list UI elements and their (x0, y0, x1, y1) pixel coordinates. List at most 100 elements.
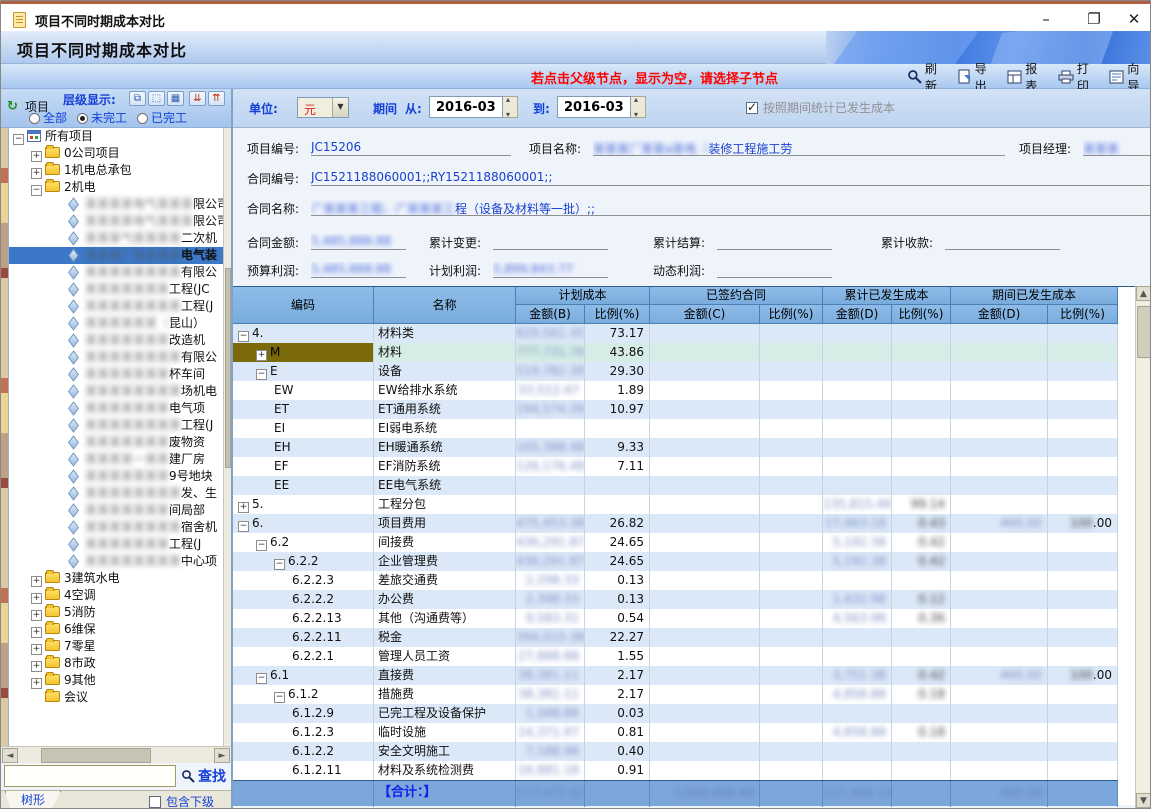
table-vertical-scrollbar[interactable]: ▲ ▼ (1135, 286, 1151, 809)
tree-project-item[interactable]: 某某某某电气某某某限公司 (9, 196, 223, 213)
from-date-spinner[interactable] (503, 96, 518, 118)
level-view-2-button[interactable]: ⬚ (148, 91, 165, 106)
close-button[interactable]: ✕ (1114, 7, 1151, 31)
tree-project-item[interactable]: 某某某厂某某某某电气装 (9, 247, 223, 264)
tree-project-item[interactable]: 某某某某某某某某工程(J (9, 417, 223, 434)
row-expander[interactable]: − (256, 540, 267, 551)
tree-expander[interactable]: + (31, 678, 42, 689)
tree-expander[interactable]: − (31, 185, 42, 196)
checkbox-box[interactable] (149, 796, 161, 808)
scroll-left-arrow[interactable]: ◄ (2, 748, 18, 763)
table-row-6.1.2[interactable]: −6.1.2措施费38,381.112.174,858.880.18 (233, 685, 1118, 704)
tree-project-item[interactable]: 某某某某一某某建厂房 (9, 451, 223, 468)
tree-folder-8市政[interactable]: +8市政 (9, 655, 223, 672)
tree-vertical-scrollbar[interactable] (223, 128, 231, 746)
row-expander[interactable]: + (256, 350, 267, 361)
code-cell[interactable]: −6.2.2 (233, 552, 374, 571)
row-expander[interactable]: − (274, 559, 285, 570)
table-row-M[interactable]: +M材料777,731.7643.86 (233, 343, 1118, 362)
code-cell[interactable]: −4. (233, 324, 374, 343)
code-cell[interactable]: 6.2.2.2 (233, 590, 374, 609)
row-expander[interactable]: − (256, 673, 267, 684)
code-cell[interactable]: 6.2.2.11 (233, 628, 374, 647)
row-expander[interactable]: − (274, 692, 285, 703)
table-row-6.1.2.9[interactable]: 6.1.2.9已完工程及设备保护1,588.880.03 (233, 704, 1118, 723)
table-row-5.[interactable]: +5.工程分包135,815.4699.14 (233, 495, 1118, 514)
cum-change-value[interactable] (493, 234, 608, 250)
tab-tree-view[interactable]: 树形 (5, 791, 61, 809)
maximize-button[interactable]: ❐ (1074, 7, 1114, 31)
project-no-value[interactable]: JC15206 (311, 140, 511, 156)
tree-folder-2机电[interactable]: −2机电 (9, 179, 223, 196)
table-row-E[interactable]: −E设备519,782.3929.30 (233, 362, 1118, 381)
code-cell[interactable]: 6.1.2.11 (233, 761, 374, 780)
code-cell[interactable]: −6. (233, 514, 374, 533)
tree-expander[interactable]: + (31, 593, 42, 604)
table-row-6.2.2.1[interactable]: 6.2.2.1管理人员工资27,888.881.55 (233, 647, 1118, 666)
code-cell[interactable]: 6.2.2.13 (233, 609, 374, 628)
tree-expander[interactable]: + (31, 168, 42, 179)
code-cell[interactable]: EH (233, 438, 374, 457)
table-row-6.1.2.2[interactable]: 6.1.2.2安全文明施工7,188.980.40 (233, 742, 1118, 761)
tree-project-item[interactable]: 某某某某某某某某发、生 (9, 485, 223, 502)
include-sub-checkbox[interactable]: 包含下级 (149, 793, 214, 809)
tree-expander[interactable]: + (31, 661, 42, 672)
code-cell[interactable]: −E (233, 362, 374, 381)
tree-project-item[interactable]: 某某某某某某某某场机电 (9, 383, 223, 400)
radio-未完工[interactable]: 未完工 (77, 109, 127, 126)
scroll-down-arrow[interactable]: ▼ (1136, 793, 1151, 808)
table-row-6.2.2.13[interactable]: 6.2.2.13其他（沟通费等）9,583.310.544,563.980.36 (233, 609, 1118, 628)
tree-project-item[interactable]: 某某某某某某某废物资 (9, 434, 223, 451)
contract-amount-value[interactable]: 5,485,888.88 (311, 234, 406, 250)
dyn-profit-value[interactable] (717, 262, 832, 278)
from-date-input[interactable]: 2016-03 (429, 96, 503, 118)
row-expander[interactable]: − (238, 521, 249, 532)
table-row-EF[interactable]: EFEF消防系统126,176.487.11 (233, 457, 1118, 476)
code-cell[interactable]: +M (233, 343, 374, 362)
tree-folder-7零星[interactable]: +7零星 (9, 638, 223, 655)
tree-expander[interactable]: − (13, 134, 24, 145)
code-cell[interactable]: EI (233, 419, 374, 438)
code-cell[interactable]: 6.1.2.2 (233, 742, 374, 761)
tree-project-item[interactable]: 某某某某某某某9号地块 (9, 468, 223, 485)
tree-project-item[interactable]: 某某某气某某某某二次机 (9, 230, 223, 247)
tree-project-item[interactable]: 某某某某某某某某有限公 (9, 264, 223, 281)
table-row-6.1.2.3[interactable]: 6.1.2.3临时设施14,371.970.814,858.880.18 (233, 723, 1118, 742)
row-expander[interactable]: + (238, 502, 249, 513)
radio-全部[interactable]: 全部 (29, 109, 67, 126)
tree-project-item[interactable]: 某某某某某某（昆山） (9, 315, 223, 332)
tree-folder-会议[interactable]: 会议 (9, 689, 223, 706)
row-expander[interactable]: − (256, 369, 267, 380)
tree-folder-9其他[interactable]: +9其他 (9, 672, 223, 689)
checkbox-box[interactable] (746, 102, 758, 114)
tree-expander[interactable]: + (31, 151, 42, 162)
tree-folder-6维保[interactable]: +6维保 (9, 621, 223, 638)
table-row-6.2.2[interactable]: −6.2.2企业管理费436,291.8724.655,192.380.42 (233, 552, 1118, 571)
contract-no-value[interactable]: JC1521188060001;;RY1521188060001;; (311, 170, 1151, 186)
collapse-all-button[interactable]: ⇈ (208, 91, 225, 106)
tree-project-item[interactable]: 某某某某某某某杯车间 (9, 366, 223, 383)
tree-project-item[interactable]: 某某某某某某某某有限公 (9, 349, 223, 366)
manager-value[interactable]: 某某某 (1083, 140, 1151, 156)
tree-folder-5消防[interactable]: +5消防 (9, 604, 223, 621)
tree-project-item[interactable]: 某某某某某某某工程(JC (9, 281, 223, 298)
tree-horizontal-scrollbar[interactable]: ◄ ► (1, 746, 231, 763)
code-cell[interactable]: ET (233, 400, 374, 419)
code-cell[interactable]: +5. (233, 495, 374, 514)
tree-folder-1机电总承包[interactable]: +1机电总承包 (9, 162, 223, 179)
row-expander[interactable]: − (238, 331, 249, 342)
tree-project-item[interactable]: 某某某某某某某某工程(J (9, 298, 223, 315)
project-name-value[interactable]: 某某某厂某某a某电（装修工程施工劳 (593, 140, 1005, 156)
unit-select[interactable]: 元 ▼ (297, 97, 349, 118)
tree-expander[interactable]: + (31, 576, 42, 587)
code-cell[interactable]: EF (233, 457, 374, 476)
tree-search-input[interactable] (4, 765, 176, 787)
chevron-down-icon[interactable]: ▼ (332, 98, 348, 117)
table-row-6.[interactable]: −6.项目费用475,453.3826.8217,963.180.43460.0… (233, 514, 1118, 533)
code-cell[interactable]: 6.2.2.3 (233, 571, 374, 590)
to-date-input[interactable]: 2016-03 (557, 96, 631, 118)
table-row-6.2.2.2[interactable]: 6.2.2.2办公费2,398.330.131,432.980.12 (233, 590, 1118, 609)
tree-project-item[interactable]: 某某某某某某某间局部 (9, 502, 223, 519)
cum-receipt-value[interactable] (945, 234, 1060, 250)
tree-project-item[interactable]: 某某某某某某某改造机 (9, 332, 223, 349)
